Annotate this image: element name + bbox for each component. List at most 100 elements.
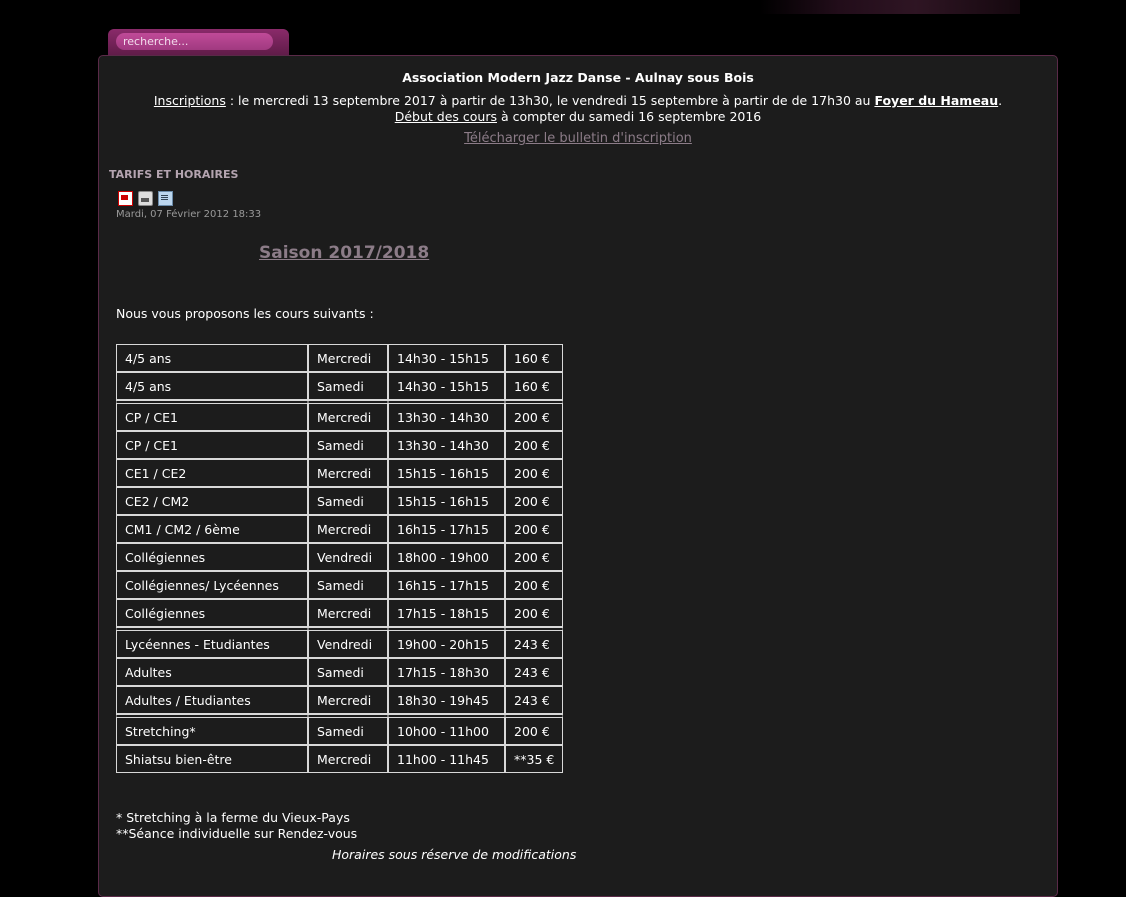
course-name-cell: Collégiennes	[116, 599, 308, 627]
course-time-cell: 18h30 - 19h45	[388, 686, 505, 714]
course-price-cell: 160 €	[505, 372, 564, 400]
course-day-cell: Mercredi	[308, 599, 388, 627]
email-icon[interactable]	[158, 191, 173, 206]
course-price-cell: 200 €	[505, 431, 564, 459]
course-day-cell: Vendredi	[308, 543, 388, 571]
download-bulletin-link[interactable]: Télécharger le bulletin d'inscription	[464, 131, 692, 146]
foyer-link[interactable]: Foyer du Hameau	[874, 93, 998, 108]
course-price-cell: 243 €	[505, 658, 564, 686]
table-row: Collégiennes Vendredi 18h00 - 19h00 200 €	[116, 543, 564, 571]
course-price-cell: **35 €	[505, 745, 564, 773]
course-day-cell: Mercredi	[308, 745, 388, 773]
inscriptions-line: Inscriptions : le mercredi 13 septembre …	[99, 93, 1057, 108]
stretching-note: * Stretching à la ferme du Vieux-Pays	[116, 810, 350, 825]
intro-text: Nous vous proposons les cours suivants :	[116, 306, 374, 321]
course-time-cell: 15h15 - 16h15	[388, 459, 505, 487]
course-day-cell: Samedi	[308, 487, 388, 515]
course-day-cell: Mercredi	[308, 515, 388, 543]
course-day-cell: Mercredi	[308, 400, 388, 431]
course-name-cell: CE2 / CM2	[116, 487, 308, 515]
course-price-cell: 200 €	[505, 543, 564, 571]
course-name-cell: Lycéennes - Etudiantes	[116, 627, 308, 658]
course-day-cell: Samedi	[308, 372, 388, 400]
course-time-cell: 14h30 - 15h15	[388, 344, 505, 372]
foyer-suffix: .	[998, 93, 1003, 108]
course-day-cell: Samedi	[308, 571, 388, 599]
course-time-cell: 14h30 - 15h15	[388, 372, 505, 400]
debut-link[interactable]: Début des cours	[395, 109, 497, 124]
course-name-cell: Shiatsu bien-être	[116, 745, 308, 773]
course-time-cell: 13h30 - 14h30	[388, 400, 505, 431]
table-row: Lycéennes - Etudiantes Vendredi 19h00 - 20…	[116, 627, 564, 658]
course-time-cell: 11h00 - 11h45	[388, 745, 505, 773]
course-day-cell: Samedi	[308, 658, 388, 686]
course-time-cell: 18h00 - 19h00	[388, 543, 505, 571]
course-time-cell: 15h15 - 16h15	[388, 487, 505, 515]
table-row: CM1 / CM2 / 6ème Mercredi 16h15 - 17h15 200…	[116, 515, 564, 543]
download-line: Télécharger le bulletin d'inscription	[99, 130, 1057, 146]
course-time-cell: 19h00 - 20h15	[388, 627, 505, 658]
article-tools	[118, 191, 173, 206]
course-price-cell: 200 €	[505, 714, 564, 745]
table-row: Collégiennes Mercredi 17h15 - 18h15 200 €	[116, 599, 564, 627]
course-day-cell: Samedi	[308, 714, 388, 745]
table-row: Stretching* Samedi 10h00 - 11h00 200 €	[116, 714, 564, 745]
inscriptions-text: : le mercredi 13 septembre 2017 à partir…	[225, 93, 875, 108]
table-row: CP / CE1 Samedi 13h30 - 14h30 200 €	[116, 431, 564, 459]
course-price-cell: 200 €	[505, 515, 564, 543]
table-row: Collégiennes/ Lycéennes Samedi 16h15 - 17h…	[116, 571, 564, 599]
course-name-cell: Adultes / Etudiantes	[116, 686, 308, 714]
course-time-cell: 10h00 - 11h00	[388, 714, 505, 745]
association-title: Association Modern Jazz Danse - Aulnay s…	[402, 70, 754, 85]
course-name-cell: Collégiennes/ Lycéennes	[116, 571, 308, 599]
course-time-cell: 16h15 - 17h15	[388, 515, 505, 543]
schedule-footnote: Horaires sous réserve de modifications	[332, 847, 577, 862]
course-day-cell: Vendredi	[308, 627, 388, 658]
course-name-cell: CP / CE1	[116, 400, 308, 431]
course-name-cell: 4/5 ans	[116, 372, 308, 400]
course-time-cell: 13h30 - 14h30	[388, 431, 505, 459]
course-price-cell: 243 €	[505, 686, 564, 714]
course-time-cell: 16h15 - 17h15	[388, 571, 505, 599]
table-row: CE1 / CE2 Mercredi 15h15 - 16h15 200 €	[116, 459, 564, 487]
saison-title: Saison 2017/2018	[259, 243, 430, 263]
course-name-cell: 4/5 ans	[116, 344, 308, 372]
course-price-cell: 200 €	[505, 487, 564, 515]
pdf-icon[interactable]	[118, 191, 133, 206]
table-row: CE2 / CM2 Samedi 15h15 - 16h15 200 €	[116, 487, 564, 515]
print-icon[interactable]	[138, 191, 153, 206]
course-name-cell: Collégiennes	[116, 543, 308, 571]
inscriptions-link[interactable]: Inscriptions	[154, 93, 226, 108]
course-price-cell: 200 €	[505, 571, 564, 599]
course-name-cell: Stretching*	[116, 714, 308, 745]
course-price-cell: 200 €	[505, 599, 564, 627]
table-row: 4/5 ans Samedi 14h30 - 15h15 160 €	[116, 372, 564, 400]
course-name-cell: CE1 / CE2	[116, 459, 308, 487]
course-price-cell: 243 €	[505, 627, 564, 658]
article-date: Mardi, 07 Février 2012 18:33	[116, 209, 262, 220]
courses-table: 4/5 ans Mercredi 14h30 - 15h15 160 €4/5 ans…	[116, 344, 564, 773]
main-panel: Association Modern Jazz Danse - Aulnay s…	[98, 55, 1058, 897]
course-name-cell: CM1 / CM2 / 6ème	[116, 515, 308, 543]
debut-text: à compter du samedi 16 septembre 2016	[497, 109, 762, 124]
course-day-cell: Samedi	[308, 431, 388, 459]
course-day-cell: Mercredi	[308, 686, 388, 714]
table-row: 4/5 ans Mercredi 14h30 - 15h15 160 €	[116, 344, 564, 372]
table-row: CP / CE1 Mercredi 13h30 - 14h30 200 €	[116, 400, 564, 431]
course-day-cell: Mercredi	[308, 344, 388, 372]
course-price-cell: 200 €	[505, 459, 564, 487]
shiatsu-note: **Séance individuelle sur Rendez-vous	[116, 826, 358, 841]
search-input[interactable]	[116, 33, 273, 50]
course-name-cell: CP / CE1	[116, 431, 308, 459]
course-price-cell: 160 €	[505, 344, 564, 372]
table-row: Adultes Samedi 17h15 - 18h30 243 €	[116, 658, 564, 686]
table-row: Adultes / Etudiantes Mercredi 18h30 - 19h4…	[116, 686, 564, 714]
course-day-cell: Mercredi	[308, 459, 388, 487]
course-time-cell: 17h15 - 18h30	[388, 658, 505, 686]
course-time-cell: 17h15 - 18h15	[388, 599, 505, 627]
course-price-cell: 200 €	[505, 400, 564, 431]
debut-line: Début des cours à compter du samedi 16 s…	[99, 109, 1057, 124]
table-row: Shiatsu bien-être Mercredi 11h00 - 11h45 **…	[116, 745, 564, 773]
course-name-cell: Adultes	[116, 658, 308, 686]
top-banner-glow	[760, 0, 1020, 14]
